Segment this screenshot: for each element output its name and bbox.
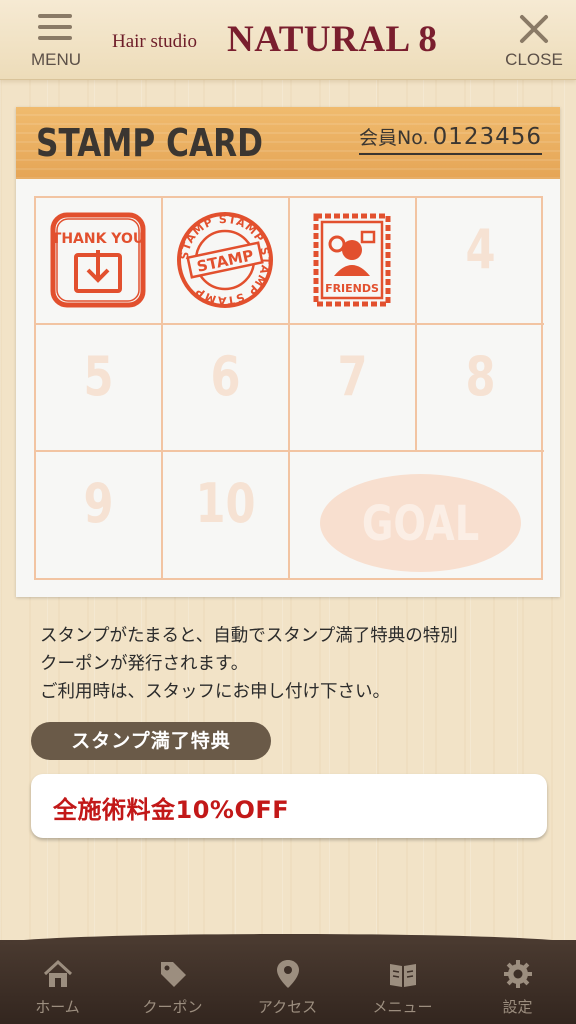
tab-menu-label: メニュー bbox=[372, 998, 433, 1016]
tab-coupon-label: クーポン bbox=[142, 998, 203, 1016]
tab-access-label: アクセス bbox=[257, 998, 318, 1016]
benefit-box: 全施術料金10%OFF bbox=[31, 774, 547, 838]
brand-logo: Hair studio NATURAL 8 bbox=[112, 16, 468, 66]
stamp-card: STAMP CARD 会員No. 0123456 THANK YOU STAMP… bbox=[16, 107, 560, 597]
map-pin-icon bbox=[277, 960, 299, 988]
menu-button[interactable]: MENU bbox=[22, 8, 90, 74]
tab-coupon[interactable]: クーポン bbox=[115, 958, 230, 1024]
svg-text:FRIENDS: FRIENDS bbox=[325, 282, 379, 295]
stamp-cell-5: 5 bbox=[36, 325, 163, 452]
stamp-number: 10 bbox=[195, 472, 256, 535]
thank-you-stamp-icon: THANK YOU bbox=[50, 212, 146, 308]
gear-icon bbox=[504, 960, 532, 988]
bottom-tab-bar: ホーム クーポン アクセス メニュー 設定 bbox=[0, 934, 576, 1024]
tab-home-label: ホーム bbox=[35, 998, 80, 1016]
tab-access[interactable]: アクセス bbox=[230, 958, 345, 1024]
app-header: MENU Hair studio NATURAL 8 CLOSE bbox=[0, 0, 576, 80]
benefit-tag: スタンプ満了特典 bbox=[31, 722, 271, 760]
stamp-number: 5 bbox=[83, 345, 114, 408]
member-number: 会員No. 0123456 bbox=[359, 123, 542, 155]
stamp-card-header: STAMP CARD 会員No. 0123456 bbox=[16, 107, 560, 179]
tab-settings[interactable]: 設定 bbox=[460, 958, 575, 1024]
stamp-cell-10: 10 bbox=[163, 452, 290, 579]
stamp-number: 7 bbox=[337, 345, 368, 408]
stamp-grid: THANK YOU STAMP STAMP STAMP STAMP STAMP bbox=[34, 196, 544, 580]
goal-badge: GOAL bbox=[320, 474, 521, 572]
menu-label: MENU bbox=[30, 50, 82, 69]
stamp-number: 9 bbox=[83, 472, 114, 535]
goal-label: GOAL bbox=[361, 496, 480, 552]
stamp-cell-4: 4 bbox=[417, 198, 544, 325]
stamp-number: 8 bbox=[465, 345, 496, 408]
home-icon bbox=[43, 959, 73, 987]
stamp-cell-2: STAMP STAMP STAMP STAMP STAMP bbox=[163, 198, 290, 325]
close-button[interactable]: CLOSE bbox=[500, 8, 568, 74]
stamp-cell-9: 9 bbox=[36, 452, 163, 579]
stamp-cell-1: THANK YOU bbox=[36, 198, 163, 325]
stamp-cell-7: 7 bbox=[290, 325, 417, 452]
stamp-info-text: スタンプがたまると、自動でスタンプ満了特典の特別 クーポンが発行されます。 ご利… bbox=[40, 622, 540, 706]
member-number-value: 0123456 bbox=[432, 124, 542, 150]
close-label: CLOSE bbox=[505, 50, 563, 69]
stamp-card-title: STAMP CARD bbox=[36, 121, 263, 165]
member-number-label: 会員No. bbox=[359, 127, 429, 149]
brand-subtitle: Hair studio bbox=[112, 31, 197, 52]
benefit-text: 全施術料金10%OFF bbox=[53, 796, 290, 824]
brand-title: NATURAL 8 bbox=[227, 19, 438, 60]
stamp-number: 4 bbox=[465, 218, 496, 281]
stamp-cell-6: 6 bbox=[163, 325, 290, 452]
tab-home[interactable]: ホーム bbox=[0, 958, 115, 1024]
hamburger-icon bbox=[38, 14, 72, 40]
friends-stamp-icon: FRIENDS bbox=[313, 213, 391, 307]
stamp-number: 6 bbox=[210, 345, 241, 408]
stamp-cell-8: 8 bbox=[417, 325, 544, 452]
coupon-tag-icon bbox=[161, 962, 186, 987]
menu-book-icon bbox=[390, 964, 416, 987]
info-line-3: ご利用時は、スタッフにお申し付け下さい。 bbox=[40, 682, 390, 702]
close-icon bbox=[517, 12, 551, 46]
info-line-1: スタンプがたまると、自動でスタンプ満了特典の特別 bbox=[40, 626, 458, 646]
svg-text:THANK YOU: THANK YOU bbox=[52, 231, 144, 247]
round-stamp-icon: STAMP STAMP STAMP STAMP STAMP bbox=[177, 212, 273, 308]
info-line-2: クーポンが発行されます。 bbox=[40, 654, 249, 674]
tab-menu[interactable]: メニュー bbox=[345, 958, 460, 1024]
stamp-cell-3: FRIENDS bbox=[290, 198, 417, 325]
tab-settings-label: 設定 bbox=[502, 998, 533, 1016]
